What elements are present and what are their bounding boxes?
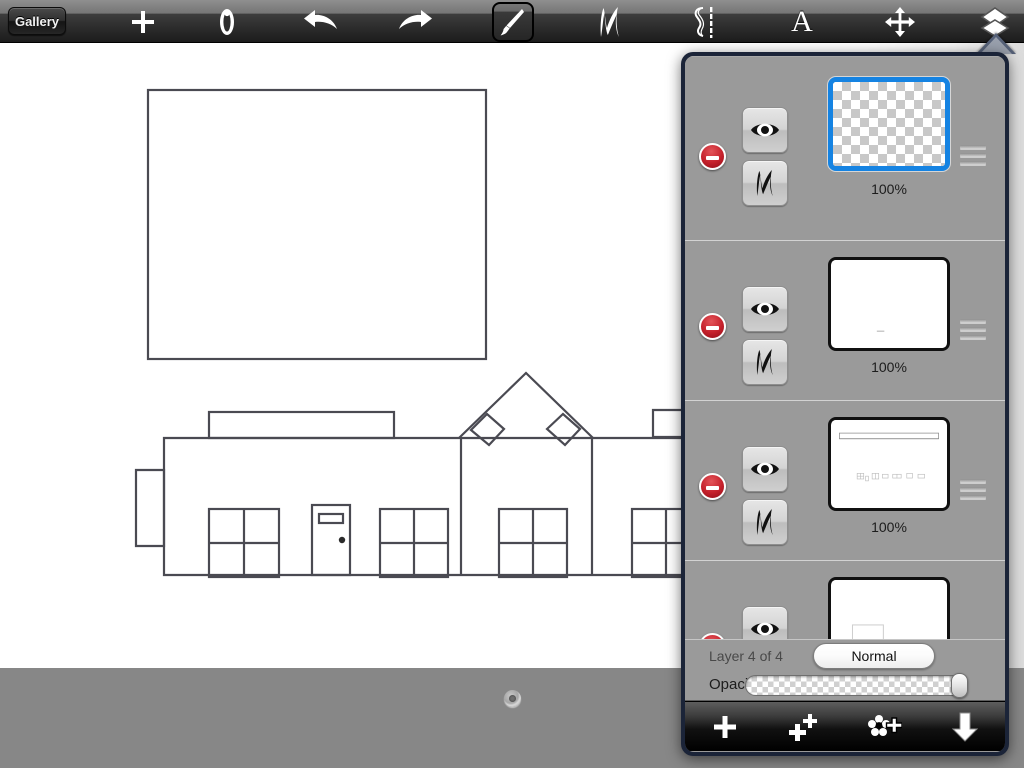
alpha-curve-icon xyxy=(756,170,773,196)
layer-controls: Layer 4 of 4 Normal Opacity xyxy=(685,639,1005,701)
layers-panel: 100% 100% 100% Layer 4 of 4 Normal Opaci… xyxy=(681,52,1009,756)
redo-icon-glyph xyxy=(399,9,432,29)
top-toolbar: Gallery A xyxy=(0,0,1024,43)
delete-layer-button[interactable] xyxy=(699,143,726,170)
add-icon[interactable] xyxy=(122,0,164,43)
info-icon-glyph xyxy=(220,8,234,35)
layer-visibility-button[interactable] xyxy=(742,107,788,153)
layer-row[interactable]: 100% xyxy=(685,241,1005,401)
layer-drag-handle[interactable] xyxy=(960,319,986,339)
opacity-slider[interactable] xyxy=(745,673,968,698)
alpha-curve-icon xyxy=(756,349,773,375)
add-group-button[interactable] xyxy=(855,707,915,747)
layer-opacity-value: 100% xyxy=(871,519,907,535)
layer-alpha-lock-button[interactable] xyxy=(742,160,788,206)
delete-layer-button[interactable] xyxy=(699,473,726,500)
alpha-curve-icon xyxy=(756,509,773,535)
add-layer-button[interactable] xyxy=(695,707,755,747)
transparent-checker xyxy=(833,82,945,166)
layer-row[interactable]: 100% xyxy=(685,56,1005,241)
layer-drag-handle[interactable] xyxy=(960,145,986,165)
opacity-slider-knob[interactable] xyxy=(951,673,968,698)
symmetry-icon-glyph xyxy=(694,6,713,38)
text-icon-glyph: A xyxy=(791,4,813,38)
layer-thumbnail[interactable] xyxy=(828,257,950,351)
popover-pointer xyxy=(976,33,1016,54)
layer-thumbnail[interactable] xyxy=(828,77,950,171)
layer-visibility-button[interactable] xyxy=(742,606,788,639)
thumb-art-house xyxy=(831,420,947,508)
delete-layer-button[interactable] xyxy=(699,313,726,340)
flower-plus-icon xyxy=(868,714,902,736)
layer-opacity-value: 100% xyxy=(871,181,907,197)
layer-visibility-button[interactable] xyxy=(742,446,788,492)
stroke-icon[interactable] xyxy=(589,0,631,43)
layer-index-label: Layer 4 of 4 xyxy=(709,648,783,664)
undo-icon-glyph xyxy=(304,9,337,29)
thumb-art-near-empty xyxy=(831,260,947,348)
eye-icon xyxy=(751,622,779,636)
layer-alpha-lock-button[interactable] xyxy=(742,339,788,385)
brush-tool-selected-frame xyxy=(492,1,534,42)
layer-visibility-button[interactable] xyxy=(742,286,788,332)
redo-icon[interactable] xyxy=(394,0,436,43)
undo-icon[interactable] xyxy=(300,0,342,43)
plus-icon xyxy=(714,715,736,738)
layer-opacity-value: 100% xyxy=(871,359,907,375)
double-plus-icon xyxy=(789,713,817,741)
layer-drag-handle[interactable] xyxy=(960,479,986,499)
layer-actions-bar xyxy=(685,701,1005,751)
eye-icon xyxy=(751,462,779,476)
home-indicator[interactable] xyxy=(504,690,521,707)
blend-mode-select[interactable]: Normal xyxy=(813,643,935,669)
gallery-button[interactable]: Gallery xyxy=(8,7,66,35)
layer-list[interactable]: 100% 100% 100% xyxy=(685,56,1005,639)
transform-icon[interactable] xyxy=(879,0,921,43)
thumb-art-rect xyxy=(831,580,947,639)
text-icon[interactable]: A xyxy=(781,0,823,43)
duplicate-layer-button[interactable] xyxy=(775,707,835,747)
eye-icon xyxy=(751,302,779,316)
layer-row[interactable]: 100% xyxy=(685,561,1005,639)
symmetry-icon[interactable] xyxy=(684,0,726,43)
add-icon-glyph xyxy=(132,10,154,33)
stroke-icon-glyph xyxy=(600,6,619,37)
layer-row[interactable]: 100% xyxy=(685,401,1005,561)
brush-icon[interactable] xyxy=(492,0,534,43)
brush-icon-glyph xyxy=(500,8,524,35)
transform-icon-glyph xyxy=(885,6,915,37)
layer-alpha-lock-button[interactable] xyxy=(742,499,788,545)
layer-thumbnail[interactable] xyxy=(828,417,950,511)
layer-thumbnail[interactable] xyxy=(828,577,950,639)
merge-down-button[interactable] xyxy=(935,707,995,747)
info-icon[interactable] xyxy=(206,0,248,43)
eye-icon xyxy=(751,123,779,137)
arrow-down-icon xyxy=(951,712,979,742)
